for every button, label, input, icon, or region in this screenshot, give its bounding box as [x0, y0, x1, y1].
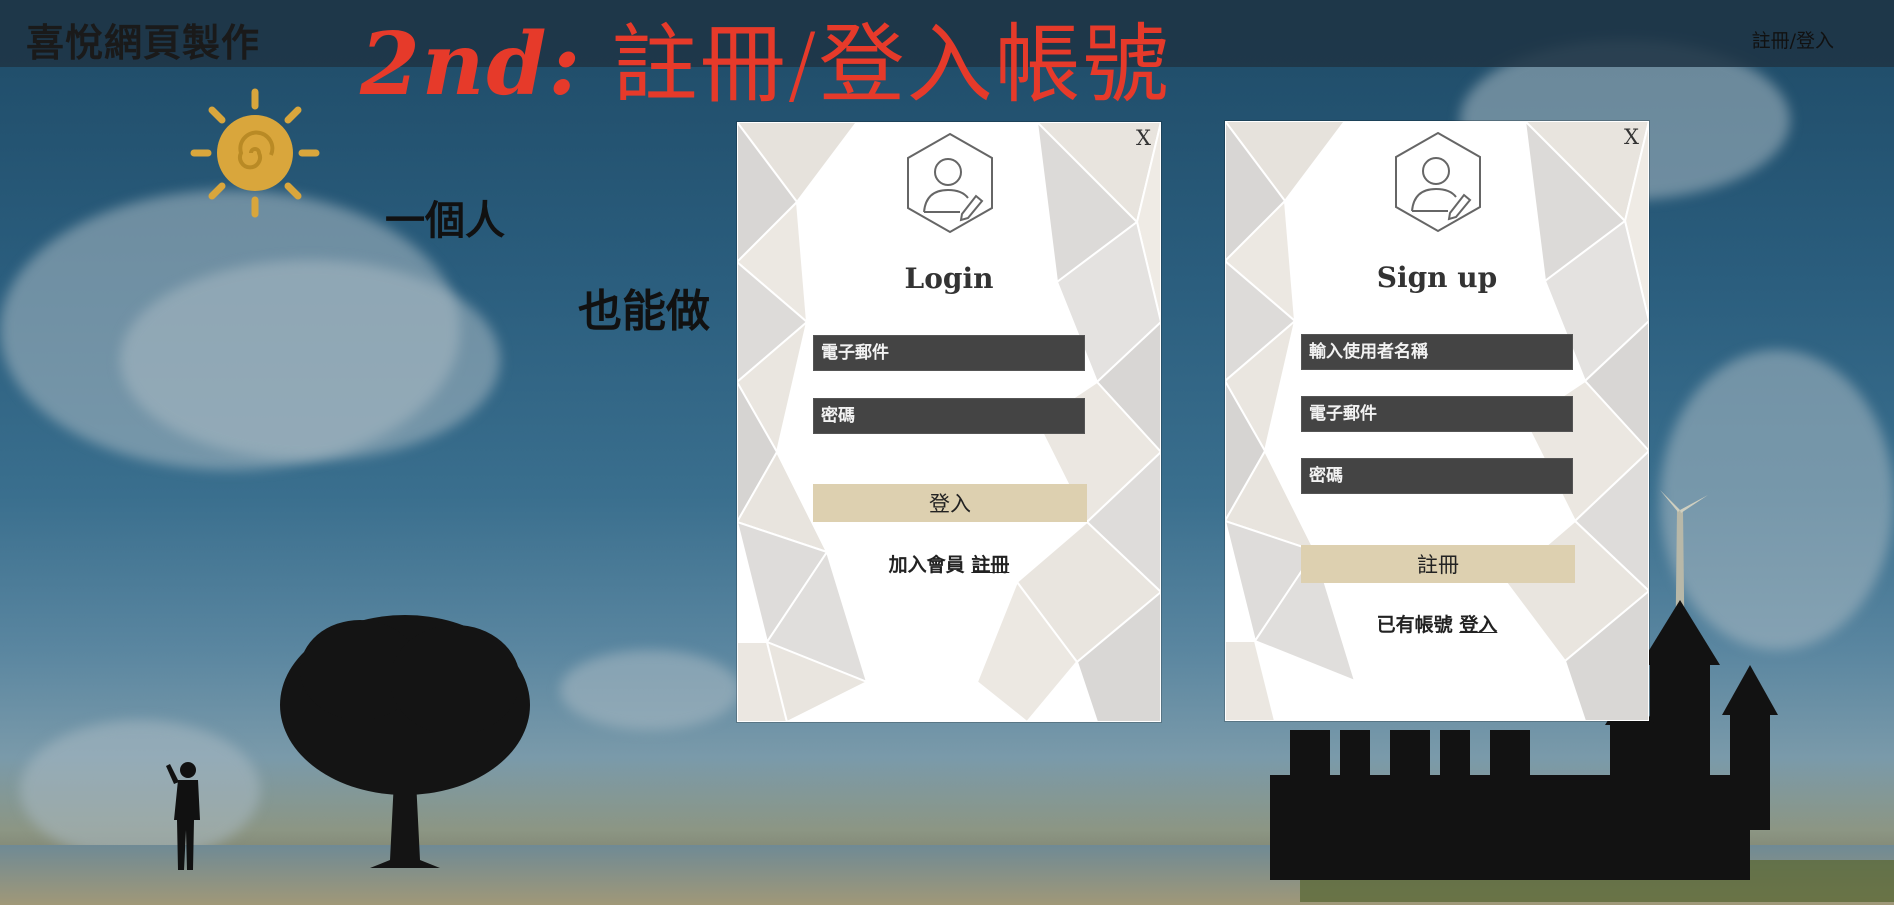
- person-silhouette: [166, 762, 200, 870]
- password-field[interactable]: [1301, 458, 1573, 494]
- signup-title: Sign up: [1376, 261, 1498, 294]
- register-link[interactable]: 註冊: [971, 554, 1009, 576]
- login-button[interactable]: 登入: [813, 484, 1087, 522]
- join-member-line: 加入會員 註冊: [737, 550, 1161, 577]
- sun-icon: [190, 88, 320, 218]
- cloud: [560, 650, 740, 730]
- login-modal: X Login 登入 加入會員 註冊: [737, 122, 1161, 722]
- close-button[interactable]: X: [1136, 126, 1151, 150]
- tree-silhouette: [280, 615, 530, 868]
- user-edit-icon: [1395, 131, 1481, 233]
- password-field[interactable]: [813, 398, 1085, 434]
- headline: 2nd: 註冊/登入帳號: [360, 0, 1171, 119]
- user-edit-icon: [907, 132, 993, 234]
- email-field[interactable]: [1301, 396, 1573, 432]
- have-account-line: 已有帳號 登入: [1225, 610, 1649, 637]
- signup-modal: X Sign up 註冊 已有帳號 登入: [1225, 121, 1649, 721]
- cloud: [20, 720, 260, 860]
- handwriting-one-person: 一個人: [385, 198, 505, 244]
- headline-text: 註冊/登入帳號: [611, 15, 1171, 115]
- join-member-text: 加入會員: [888, 554, 965, 576]
- username-field[interactable]: [1301, 334, 1573, 370]
- handwriting-also-can: 也能做: [578, 286, 710, 337]
- login-title: Login: [904, 262, 994, 295]
- register-login-link[interactable]: 註冊/登入: [1752, 26, 1834, 53]
- signup-button[interactable]: 註冊: [1301, 545, 1575, 583]
- cloud: [120, 260, 500, 460]
- headline-number: 2nd:: [360, 14, 583, 115]
- have-account-text: 已有帳號: [1376, 614, 1453, 636]
- login-link[interactable]: 登入: [1459, 614, 1497, 636]
- email-field[interactable]: [813, 335, 1085, 371]
- close-button[interactable]: X: [1624, 125, 1639, 149]
- brand-title: 喜悅網頁製作: [26, 20, 261, 65]
